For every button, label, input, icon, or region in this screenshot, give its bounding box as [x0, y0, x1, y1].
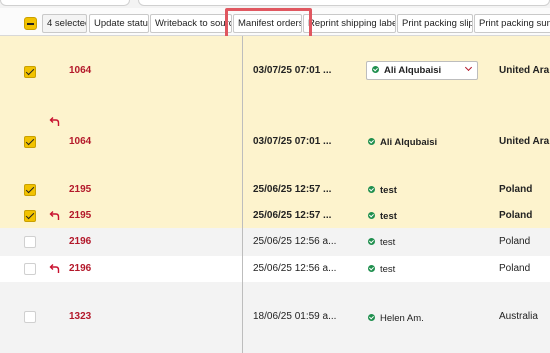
country: United Ara: [499, 136, 550, 147]
row-checkbox[interactable]: [24, 184, 36, 196]
agent-select[interactable]: Ali Alqubaisi: [366, 61, 478, 80]
order-number[interactable]: 1064: [69, 136, 91, 147]
order-row[interactable]: 2195 25/06/25 12:57 ... test Poland: [0, 174, 550, 204]
agent: Ali Alqubaisi: [368, 137, 437, 148]
order-date: 25/06/25 12:56 a...: [253, 236, 337, 247]
status-check-icon: [368, 186, 375, 193]
row-checkbox[interactable]: [24, 263, 36, 275]
country: United Ara: [499, 65, 550, 76]
order-row[interactable]: 1064 03/07/25 07:01 ... Ali Alqubaisi Un…: [0, 108, 550, 174]
country: Poland: [499, 210, 533, 221]
order-number[interactable]: 2196: [69, 263, 91, 274]
order-date: 03/07/25 07:01 ...: [253, 65, 332, 76]
country: Poland: [499, 184, 533, 195]
top-strip: [0, 0, 550, 8]
indeterminate-icon: [27, 23, 34, 25]
order-date: 03/07/25 07:01 ...: [253, 136, 332, 147]
row-checkbox[interactable]: [24, 66, 36, 78]
top-segment: [138, 0, 550, 6]
manifest-orders-button[interactable]: Manifest orders: [233, 14, 302, 33]
order-number[interactable]: 2195: [69, 184, 91, 195]
order-row[interactable]: 1323 18/06/25 01:59 a... Helen Am. Austr…: [0, 282, 550, 353]
agent-name: Helen Am.: [380, 313, 424, 324]
status-check-icon: [368, 212, 375, 219]
order-number[interactable]: 1064: [69, 65, 91, 76]
status-check-icon: [372, 66, 379, 73]
order-row[interactable]: 2195 25/06/25 12:57 ... test Poland: [0, 204, 550, 228]
order-date: 18/06/25 01:59 a...: [253, 311, 337, 322]
order-row[interactable]: 2196 25/06/25 12:56 a... test Poland: [0, 228, 550, 256]
selected-count-badge: 4 selected: [42, 14, 87, 33]
select-all-checkbox[interactable]: [24, 17, 37, 30]
agent: Helen Am.: [368, 313, 424, 324]
status-check-icon: [368, 138, 375, 145]
status-check-icon: [368, 314, 375, 321]
agent-name: Ali Alqubaisi: [384, 65, 442, 76]
reprint-shipping-labels-button[interactable]: Reprint shipping labels: [303, 14, 396, 33]
order-number[interactable]: 2196: [69, 236, 91, 247]
print-packing-summary-button[interactable]: Print packing summ: [474, 14, 550, 33]
return-arrow-icon: [48, 116, 60, 128]
row-checkbox[interactable]: [24, 311, 36, 323]
chevron-down-icon: [464, 63, 473, 72]
country: Poland: [499, 263, 531, 274]
agent: test: [368, 185, 397, 196]
agent-name: Ali Alqubaisi: [380, 137, 438, 148]
country: Poland: [499, 236, 531, 247]
row-checkbox[interactable]: [24, 236, 36, 248]
print-packing-slips-button[interactable]: Print packing slips: [397, 14, 473, 33]
agent-name: test: [380, 237, 396, 248]
top-segment: [0, 0, 130, 6]
country: Australia: [499, 311, 538, 322]
writeback-to-source-button[interactable]: Writeback to source: [150, 14, 232, 33]
row-checkbox[interactable]: [24, 210, 36, 222]
status-check-icon: [368, 238, 375, 245]
order-number[interactable]: 2195: [69, 210, 91, 221]
column-divider: [242, 36, 243, 353]
order-row[interactable]: 1064 03/07/25 07:01 ... Ali Alqubaisi Un…: [0, 36, 550, 108]
order-date: 25/06/25 12:56 a...: [253, 263, 337, 274]
agent: test: [368, 237, 395, 248]
row-checkbox[interactable]: [24, 136, 36, 148]
bulk-action-toolbar: 4 selected Update status Writeback to so…: [0, 8, 550, 36]
order-row[interactable]: 2196 25/06/25 12:56 a... test Poland: [0, 256, 550, 282]
order-date: 25/06/25 12:57 ...: [253, 210, 332, 221]
order-number[interactable]: 1323: [69, 311, 91, 322]
agent: test: [368, 264, 395, 275]
order-date: 25/06/25 12:57 ...: [253, 184, 332, 195]
agent-name: test: [380, 264, 396, 275]
agent-name: test: [380, 185, 397, 196]
update-status-button[interactable]: Update status: [89, 14, 149, 33]
return-arrow-icon: [48, 210, 60, 222]
agent-name: test: [380, 211, 397, 222]
agent: test: [368, 211, 397, 222]
status-check-icon: [368, 265, 375, 272]
return-arrow-icon: [48, 263, 60, 275]
